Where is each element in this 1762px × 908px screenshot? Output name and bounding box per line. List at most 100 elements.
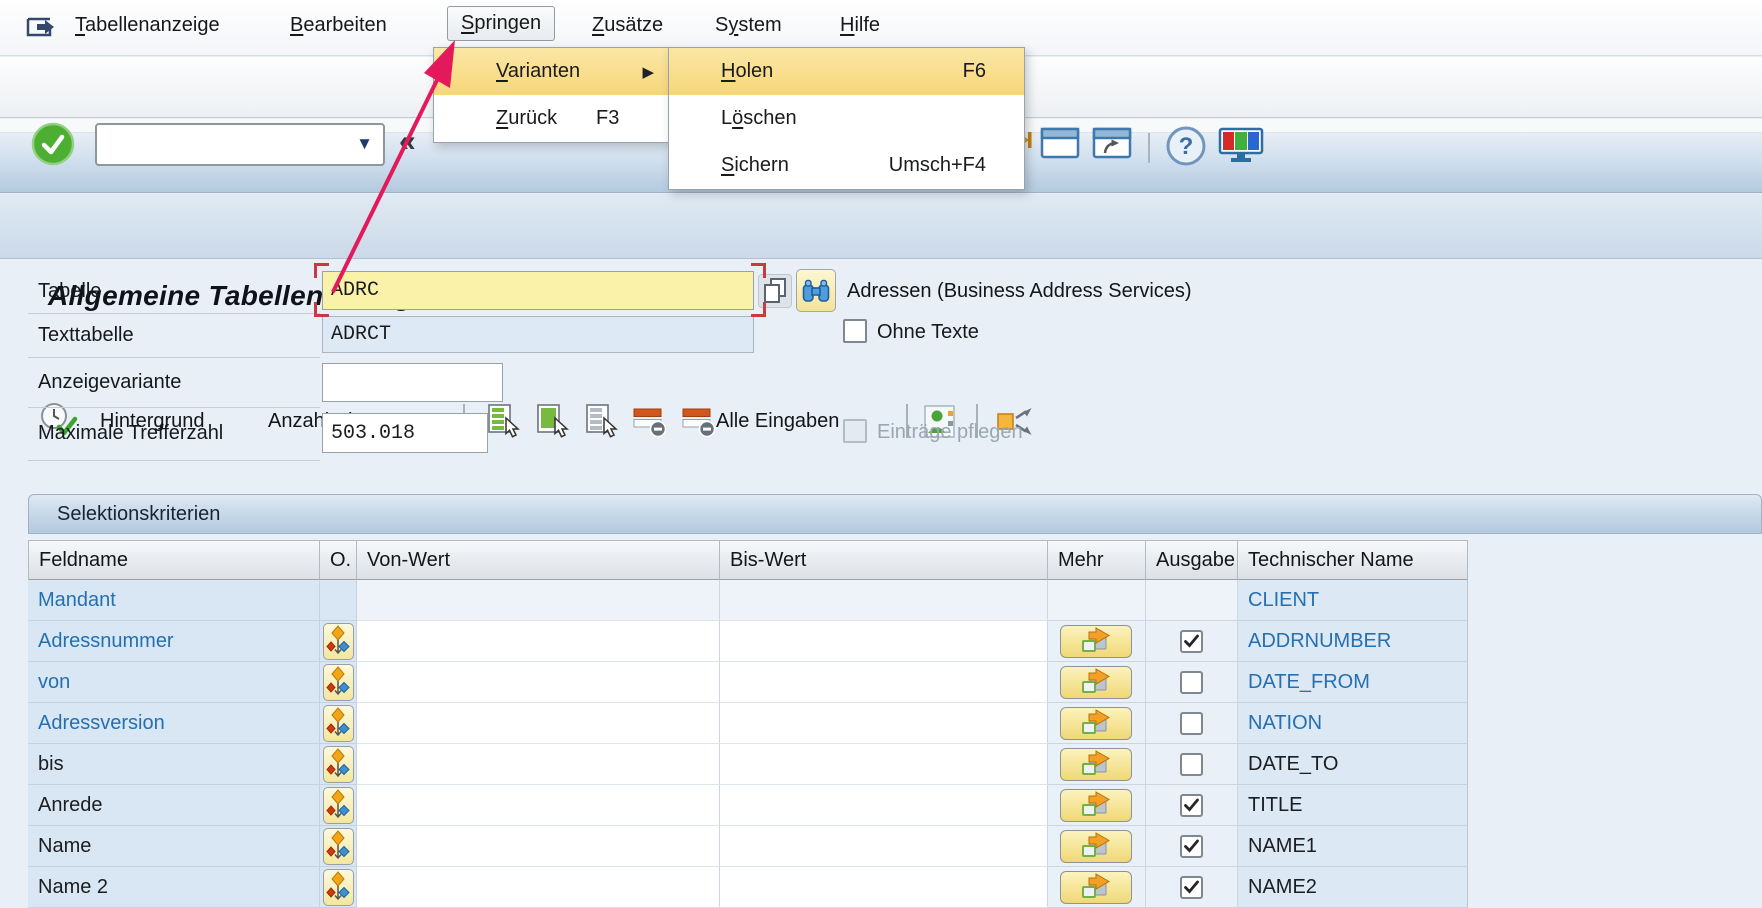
delete-selection-rows-icon[interactable]: [633, 408, 669, 441]
von-wert-cell[interactable]: [357, 662, 720, 703]
von-wert-cell[interactable]: [357, 703, 720, 744]
mehr-selection-button[interactable]: [1060, 707, 1132, 740]
multiple-selection-operator-button[interactable]: [323, 746, 354, 783]
menubar-item-springen[interactable]: Springen: [447, 6, 555, 41]
von-wert-cell[interactable]: [357, 621, 720, 662]
mehr-selection-button[interactable]: [1060, 830, 1132, 863]
mehr-selection-button[interactable]: [1060, 748, 1132, 781]
menubar-item-zus-tze[interactable]: Zusätze: [592, 14, 663, 37]
menu-item-holen[interactable]: HolenF6: [669, 48, 1024, 95]
delete-all-rows-icon[interactable]: [682, 408, 718, 441]
diamonds-operator-icon: [326, 870, 350, 905]
ausgabe-checkbox[interactable]: [1180, 671, 1203, 694]
choose-selection-fields-icon[interactable]: [487, 404, 523, 443]
customize-layout-icon[interactable]: [1218, 127, 1266, 168]
diamonds-operator-icon: [326, 788, 350, 823]
eintraege-pflegen-checkbox: [843, 419, 867, 443]
varianten-submenu: HolenF6LöschenSichernUmsch+F4: [668, 47, 1025, 190]
multiple-selection-operator-button[interactable]: [323, 869, 354, 906]
choose-fields-icon[interactable]: [585, 404, 621, 443]
mehr-cell: [1048, 826, 1146, 867]
mehr-selection-button[interactable]: [1060, 666, 1132, 699]
menu-item-sichern[interactable]: SichernUmsch+F4: [669, 142, 1024, 189]
texttabelle-label: Texttabelle: [38, 324, 134, 347]
von-wert-cell[interactable]: [357, 867, 720, 908]
multiple-selection-operator-button[interactable]: [323, 828, 354, 865]
multiple-selection-operator-button[interactable]: [323, 664, 354, 701]
alle-eingaben-button[interactable]: Alle Eingaben: [716, 410, 839, 433]
menu-shortcut: F6: [963, 60, 986, 83]
mehr-selection-icon: [1078, 873, 1114, 902]
bis-wert-cell[interactable]: [720, 580, 1048, 621]
max-trefferzahl-input[interactable]: [322, 413, 488, 453]
system-menu-icon[interactable]: [24, 13, 58, 46]
search-help-icon[interactable]: [796, 269, 836, 312]
column-header-mehr: Mehr: [1048, 540, 1146, 580]
command-field-dropdown-icon[interactable]: ▼: [356, 134, 373, 154]
ausgabe-checkbox[interactable]: [1180, 630, 1203, 653]
bis-wert-cell[interactable]: [720, 662, 1048, 703]
bis-wert-cell[interactable]: [720, 826, 1048, 867]
column-header-von-wert: Von-Wert: [357, 540, 720, 580]
choose-block-icon[interactable]: [536, 404, 572, 443]
ausgabe-cell: [1146, 867, 1238, 908]
multiple-selection-operator-button[interactable]: [323, 623, 354, 660]
mehr-cell: [1048, 580, 1146, 621]
bis-wert-cell[interactable]: [720, 744, 1048, 785]
menubar-item-tabellenanzeige[interactable]: Tabellenanzeige: [75, 14, 220, 37]
table-header-row: FeldnameO.Von-WertBis-WertMehrAusgabeTec…: [28, 540, 1468, 580]
enter-button[interactable]: [30, 122, 76, 168]
mehr-cell: [1048, 703, 1146, 744]
ausgabe-checkbox[interactable]: [1180, 876, 1203, 899]
ohne-texte-label: Ohne Texte: [877, 321, 979, 344]
springen-menu-dropdown: Varianten▶ZurückF3: [433, 47, 669, 143]
selection-criteria-table: FeldnameO.Von-WertBis-WertMehrAusgabeTec…: [28, 540, 1468, 908]
menu-item-zur-ck[interactable]: ZurückF3: [434, 95, 668, 142]
multiple-selection-operator-button[interactable]: [323, 705, 354, 742]
ausgabe-cell: [1146, 744, 1238, 785]
command-field[interactable]: ▼: [95, 123, 385, 166]
application-toolbar: Hintergrund Anzahl Einträge Alle Eingabe…: [0, 194, 1762, 259]
collapse-icon[interactable]: «: [399, 125, 416, 159]
ausgabe-checkbox[interactable]: [1180, 753, 1203, 776]
multiple-selection-operator-button[interactable]: [323, 787, 354, 824]
bis-wert-cell[interactable]: [720, 785, 1048, 826]
feldname-cell: Anrede: [28, 785, 320, 826]
texttabelle-input[interactable]: [322, 316, 754, 353]
eintraege-pflegen-label: Einträge pflegen: [877, 421, 1023, 444]
ausgabe-checkbox[interactable]: [1180, 712, 1203, 735]
von-wert-cell[interactable]: [357, 744, 720, 785]
von-wert-cell[interactable]: [357, 785, 720, 826]
von-wert-cell[interactable]: [357, 580, 720, 621]
ohne-texte-checkbox[interactable]: [843, 319, 867, 343]
menubar-item-system[interactable]: System: [715, 14, 782, 37]
mehr-selection-button[interactable]: [1060, 625, 1132, 658]
bis-wert-cell[interactable]: [720, 703, 1048, 744]
anzeigevariante-input[interactable]: [322, 363, 503, 402]
bis-wert-cell[interactable]: [720, 621, 1048, 662]
operator-cell: [320, 744, 357, 785]
menubar-item-bearbeiten[interactable]: Bearbeiten: [290, 14, 387, 37]
menubar-item-hilfe[interactable]: Hilfe: [840, 14, 880, 37]
help-icon[interactable]: ?: [1164, 124, 1208, 171]
operator-cell: [320, 621, 357, 662]
diamonds-operator-icon: [326, 747, 350, 782]
multiple-values-icon[interactable]: [758, 274, 792, 308]
menu-item-label: Varianten: [496, 60, 580, 83]
operator-cell: [320, 867, 357, 908]
create-shortcut-icon[interactable]: [1092, 127, 1132, 162]
ausgabe-checkbox[interactable]: [1180, 794, 1203, 817]
bis-wert-cell[interactable]: [720, 867, 1048, 908]
mehr-selection-button[interactable]: [1060, 789, 1132, 822]
menu-item-l-schen[interactable]: Löschen: [669, 95, 1024, 142]
technischer-name-cell: CLIENT: [1238, 580, 1468, 621]
menu-item-varianten[interactable]: Varianten▶: [434, 48, 668, 95]
table-row-mandant: MandantCLIENT: [28, 580, 1468, 621]
von-wert-cell[interactable]: [357, 826, 720, 867]
ausgabe-checkbox[interactable]: [1180, 835, 1203, 858]
mehr-selection-button[interactable]: [1060, 871, 1132, 904]
new-session-icon[interactable]: [1040, 127, 1080, 162]
mehr-selection-icon: [1078, 791, 1114, 820]
tabelle-input[interactable]: [322, 271, 754, 310]
table-row-name: NameNAME1: [28, 826, 1468, 867]
